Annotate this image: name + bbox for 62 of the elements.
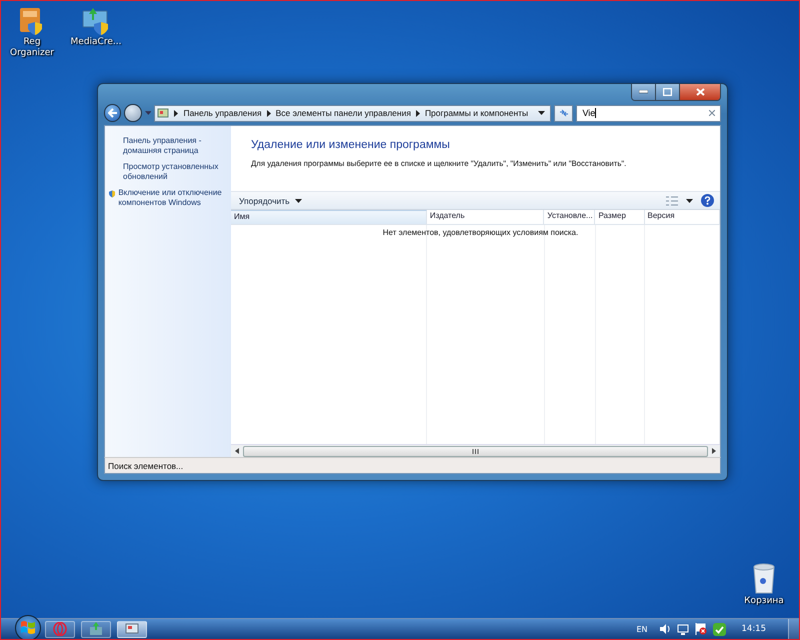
control-panel-icon	[125, 622, 139, 636]
column-header[interactable]: Издатель	[426, 210, 544, 224]
recycle-bin-icon[interactable]	[751, 563, 777, 595]
close-button[interactable]	[680, 84, 720, 100]
chevron-icon[interactable]	[416, 110, 420, 116]
chevron-icon[interactable]	[266, 110, 271, 116]
start-button[interactable]	[15, 615, 41, 639]
refresh-button[interactable]	[554, 104, 574, 122]
page-title: Удаление или изменение программы	[251, 139, 451, 151]
flag-icon[interactable]	[694, 623, 706, 635]
taskbar-button[interactable]	[81, 620, 111, 638]
maximize-icon	[663, 88, 672, 96]
sidebar-link[interactable]: Включение или отключение компонентов Windows	[118, 188, 227, 208]
network-icon[interactable]	[676, 624, 688, 634]
close-icon	[696, 88, 704, 96]
clock[interactable]: 14:15	[742, 624, 766, 634]
breadcrumb-item[interactable]: Панель управления	[183, 108, 262, 118]
scroll-right-icon[interactable]	[712, 448, 716, 454]
minimize-icon	[639, 90, 648, 94]
forward-button[interactable]	[124, 104, 142, 122]
grip-icon	[472, 448, 479, 454]
column-header[interactable]: Размер	[595, 210, 645, 224]
clear-icon[interactable]	[709, 110, 715, 116]
breadcrumb-item[interactable]: Программы и компоненты	[424, 108, 528, 118]
windows-logo-icon	[19, 619, 37, 637]
column-header[interactable]: Версия	[644, 210, 720, 224]
breadcrumb-item[interactable]: Все элементы панели управления	[276, 108, 411, 118]
minimize-button[interactable]	[632, 84, 656, 100]
maximize-button[interactable]	[656, 84, 680, 100]
status-text: Поиск элементов...	[108, 460, 184, 470]
speaker-icon[interactable]	[660, 624, 670, 634]
sidebar-link[interactable]: Панель управления - домашняя страница	[123, 136, 227, 156]
language-indicator[interactable]: EN	[636, 624, 648, 634]
view-list-icon[interactable]	[666, 196, 678, 206]
taskbar-button[interactable]	[117, 620, 147, 638]
back-arrow-icon	[108, 108, 118, 118]
caret-icon[interactable]	[686, 198, 693, 202]
chevron-icon[interactable]	[174, 110, 178, 116]
help-icon[interactable]	[701, 194, 714, 207]
control-panel-icon	[157, 107, 170, 119]
horizontal-scrollbar[interactable]	[231, 444, 720, 457]
show-desktop-button[interactable]	[788, 619, 799, 639]
refresh-icon	[558, 108, 569, 118]
empty-message: Нет элементов, удовлетворяющих условиям поиска.	[382, 227, 580, 237]
checkmark-shield-icon[interactable]	[712, 622, 726, 636]
column-header[interactable]: Установле...	[544, 210, 596, 224]
column-header[interactable]: Имя	[231, 210, 427, 224]
caret-icon	[294, 198, 302, 202]
icon-label: Reg Organizer	[8, 37, 56, 59]
monitor-icon	[89, 622, 103, 636]
search-field[interactable]: Vie	[576, 104, 721, 122]
icon-label: MediaCre...	[70, 37, 122, 48]
shield-icon	[109, 188, 116, 200]
back-button[interactable]	[104, 104, 122, 122]
caret-icon[interactable]	[538, 111, 546, 115]
organize-button[interactable]: Упорядочить	[237, 196, 304, 206]
icon-label: Корзина	[743, 596, 785, 607]
ring-icon	[53, 622, 67, 636]
monitor-icon[interactable]	[81, 6, 111, 36]
address-bar[interactable]: Панель управления Все элементы панели управления Программы и компоненты	[154, 104, 552, 122]
sidebar-link[interactable]: Просмотр установленных обновлений	[123, 162, 227, 182]
scroll-left-icon[interactable]	[235, 448, 239, 454]
